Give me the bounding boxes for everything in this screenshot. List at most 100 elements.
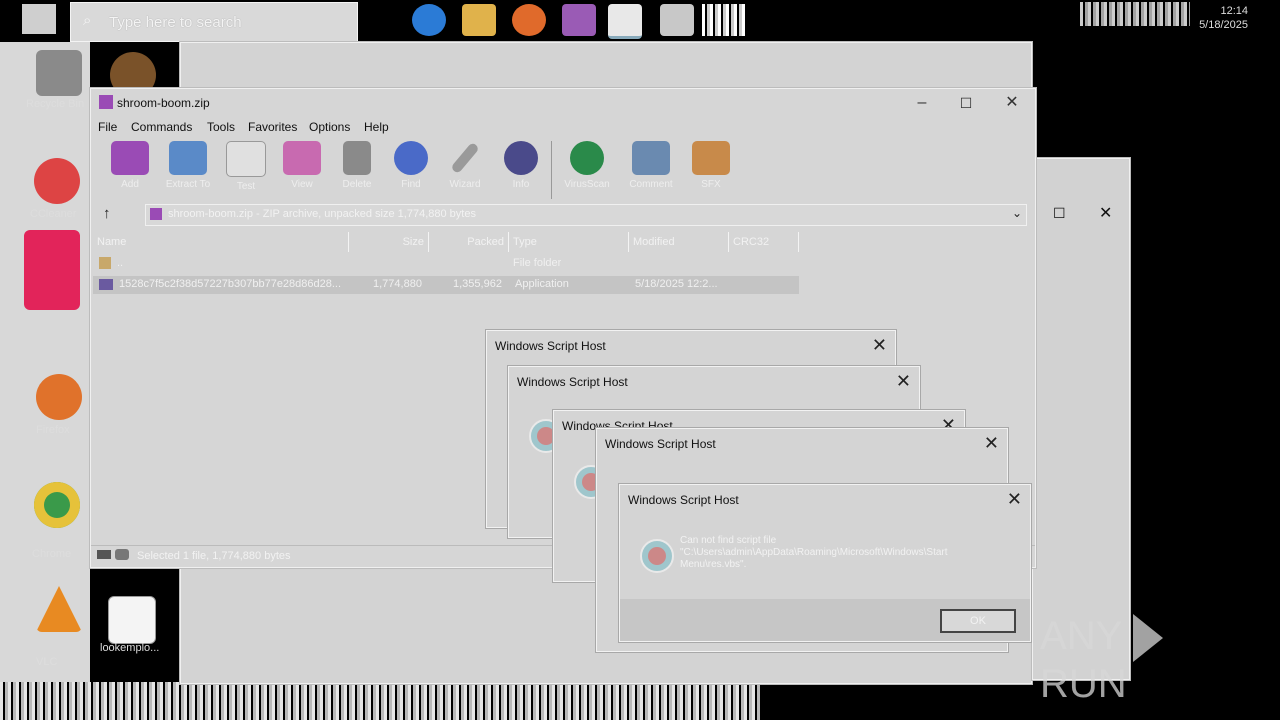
globe-icon: [570, 141, 604, 175]
ccleaner-icon[interactable]: [34, 158, 80, 204]
toolbar-delete[interactable]: Delete: [329, 141, 385, 195]
paint-icon[interactable]: [608, 4, 642, 39]
message-line: Menu\res.vbs".: [680, 559, 747, 570]
window-title: shroom-boom.zip: [117, 96, 210, 110]
recycle-bin-icon[interactable]: [36, 50, 82, 96]
sfx-box-icon: [692, 141, 730, 175]
view-book-icon: [283, 141, 321, 175]
adobe-icon[interactable]: [24, 230, 80, 310]
maximize-button[interactable]: ☐: [943, 89, 989, 117]
maximize-icon[interactable]: ☐: [1053, 205, 1066, 222]
desktop-strip: [0, 42, 90, 682]
toolbar-divider: [551, 141, 552, 199]
key-icon: [115, 549, 129, 560]
toolbar-virusscan[interactable]: VirusScan: [559, 141, 615, 195]
search-icon: ⌕: [83, 12, 92, 29]
chrome-icon[interactable]: [34, 482, 80, 528]
menu-tools[interactable]: Tools: [207, 120, 235, 134]
close-icon[interactable]: ✕: [896, 371, 911, 392]
dialog-title: Windows Script Host: [495, 339, 606, 353]
firefox-icon[interactable]: [36, 374, 82, 420]
menu-help[interactable]: Help: [364, 120, 389, 134]
drive-icon: [97, 550, 111, 559]
row-name: 1528c7f5c2f38d57227b307bb77e28d86d28...: [119, 278, 342, 290]
comment-icon: [632, 141, 670, 175]
trash-icon: [343, 141, 371, 175]
toolbar-sfx[interactable]: SFX: [683, 141, 739, 195]
toolbar-label: VirusScan: [564, 179, 610, 190]
watermark: ANY RUN: [1040, 614, 1240, 706]
close-icon[interactable]: ✕: [1099, 203, 1112, 223]
toolbar-label: Find: [401, 179, 421, 190]
table-row[interactable]: 1528c7f5c2f38d57227b307bb77e28d86d28... …: [93, 276, 799, 294]
dialog-message: Can not find script file "C:\Users\admin…: [680, 535, 1020, 571]
toolbar-extract[interactable]: Extract To: [160, 141, 216, 195]
toolbar-view[interactable]: View: [274, 141, 330, 195]
toolbar-add[interactable]: Add: [102, 141, 158, 195]
edge-icon[interactable]: [412, 4, 446, 36]
toolbar-comment[interactable]: Comment: [623, 141, 679, 195]
column-modified[interactable]: Modified: [629, 232, 729, 252]
column-packed[interactable]: Packed: [429, 232, 509, 252]
script-host-dialog: Windows Script Host ✕ Can not find scrip…: [619, 484, 1031, 642]
toolbar-test[interactable]: Test: [218, 141, 274, 195]
toolbar-info[interactable]: Info: [493, 141, 549, 195]
clock-time: 12:14: [1220, 5, 1248, 17]
background-window-right: ☐ ✕: [1032, 158, 1130, 680]
word-doc-icon[interactable]: [108, 596, 156, 644]
winrar-icon[interactable]: [562, 4, 596, 36]
up-arrow-icon[interactable]: ↑: [103, 205, 111, 222]
toolbar-find[interactable]: Find: [383, 141, 439, 195]
close-icon[interactable]: ✕: [1007, 489, 1022, 510]
error-icon: [640, 539, 674, 573]
table-row[interactable]: .. File folder: [93, 255, 799, 273]
toolbar-label: Add: [121, 179, 139, 190]
desktop-icon-label: VLC: [36, 656, 58, 668]
menu-favorites[interactable]: Favorites: [248, 120, 297, 134]
taskbar-glitch: [702, 4, 746, 36]
path-field[interactable]: shroom-boom.zip - ZIP archive, unpacked …: [145, 204, 1027, 226]
toolbar-label: Delete: [342, 179, 372, 190]
chevron-down-icon[interactable]: ⌄: [1012, 206, 1022, 220]
file-explorer-icon[interactable]: [462, 4, 496, 36]
find-icon: [394, 141, 428, 175]
close-icon[interactable]: ✕: [872, 335, 887, 356]
search-input[interactable]: Type here to search: [109, 14, 242, 31]
menu-file[interactable]: File: [98, 120, 117, 134]
dialog-title: Windows Script Host: [517, 375, 628, 389]
row-modified: 5/18/2025 12:2...: [635, 278, 718, 290]
menu-bar: File Commands Tools Favorites Options He…: [91, 120, 1035, 140]
ok-button[interactable]: OK: [940, 609, 1016, 633]
column-type[interactable]: Type: [509, 232, 629, 252]
firefox-icon[interactable]: [512, 4, 546, 36]
desktop-icon-label: lookemplo...: [100, 642, 160, 654]
title-bar[interactable]: shroom-boom.zip – ☐ ✕: [91, 89, 1035, 117]
close-icon[interactable]: ✕: [984, 433, 999, 454]
folder-icon: [99, 257, 111, 269]
add-archive-icon: [111, 141, 149, 175]
toolbar: Add Extract To Test View Delete Find Wiz…: [91, 141, 1035, 201]
status-text: Selected 1 file, 1,774,880 bytes: [137, 550, 291, 562]
path-text: shroom-boom.zip - ZIP archive, unpacked …: [168, 208, 476, 220]
extract-folder-icon: [169, 141, 207, 175]
column-size[interactable]: Size: [349, 232, 429, 252]
menu-options[interactable]: Options: [309, 120, 350, 134]
close-button[interactable]: ✕: [989, 89, 1035, 117]
menu-commands[interactable]: Commands: [131, 120, 192, 134]
watermark-right: RUN: [1040, 662, 1127, 707]
column-crc32[interactable]: CRC32: [729, 232, 799, 252]
play-icon: [1132, 614, 1163, 663]
dialog-title: Windows Script Host: [605, 437, 716, 451]
toolbar-wizard[interactable]: Wizard: [437, 141, 493, 195]
column-headers: Name Size Packed Type Modified CRC32: [93, 232, 801, 252]
column-name[interactable]: Name: [93, 232, 349, 252]
toolbar-label: View: [291, 179, 313, 190]
row-type: Application: [515, 278, 569, 290]
terminal-icon[interactable]: [660, 4, 694, 36]
clock[interactable]: 12:14 5/18/2025: [1188, 4, 1248, 34]
start-icon[interactable]: [22, 4, 56, 34]
search-box[interactable]: ⌕ Type here to search: [70, 2, 358, 42]
minimize-button[interactable]: –: [899, 89, 945, 117]
clock-date: 5/18/2025: [1199, 19, 1248, 31]
toolbar-label: Extract To: [165, 179, 211, 190]
